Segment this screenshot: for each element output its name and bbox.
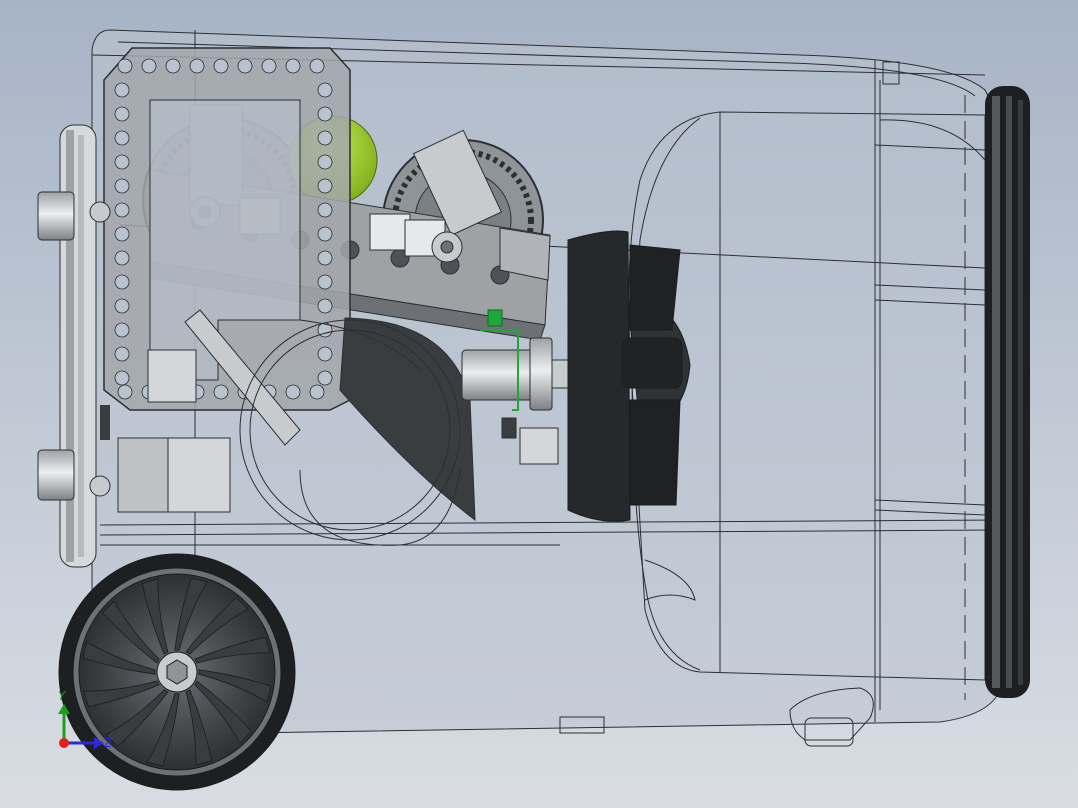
drive-wheel [58, 553, 296, 791]
frame-hole [317, 250, 333, 266]
frame-hole [114, 154, 130, 170]
frame-hole [114, 106, 130, 122]
frame-hole [213, 58, 229, 74]
frame-hole [114, 370, 130, 386]
frame-hole [285, 58, 301, 74]
frame-hole [237, 58, 253, 74]
frame-hole [309, 58, 325, 74]
frame-hole [213, 384, 229, 400]
frame-hole [317, 106, 333, 122]
frame-hole [317, 298, 333, 314]
cad-assembly-view[interactable]: Y Z [0, 0, 1078, 808]
frame-hole [317, 82, 333, 98]
frame-hole [165, 58, 181, 74]
frame-hole [114, 226, 130, 242]
frame-hole [114, 82, 130, 98]
frame-hole [317, 178, 333, 194]
frame-hole [114, 250, 130, 266]
rear-disc [59, 124, 97, 568]
frame-hole [117, 384, 133, 400]
frame-hole [114, 202, 130, 218]
frame-hole [117, 58, 133, 74]
frame-hole [141, 58, 157, 74]
front-rim [985, 86, 1030, 698]
frame-hole [114, 298, 130, 314]
frame-hole [114, 178, 130, 194]
frame-hole [317, 130, 333, 146]
frame-hole [285, 384, 301, 400]
frame-hole [309, 384, 325, 400]
frame-hole [317, 346, 333, 362]
frame-hole [317, 274, 333, 290]
frame-hole [261, 58, 277, 74]
frame-hole [317, 154, 333, 170]
frame-hole [114, 274, 130, 290]
frame-hole [317, 202, 333, 218]
frame-hole [317, 370, 333, 386]
frame-hole [114, 322, 130, 338]
frame-hole [189, 58, 205, 74]
frame-hole [114, 130, 130, 146]
frame-hole [114, 346, 130, 362]
frame-hole [317, 226, 333, 242]
triad-z-label: Z [103, 736, 113, 750]
cad-viewport[interactable]: Y Z [0, 0, 1078, 808]
